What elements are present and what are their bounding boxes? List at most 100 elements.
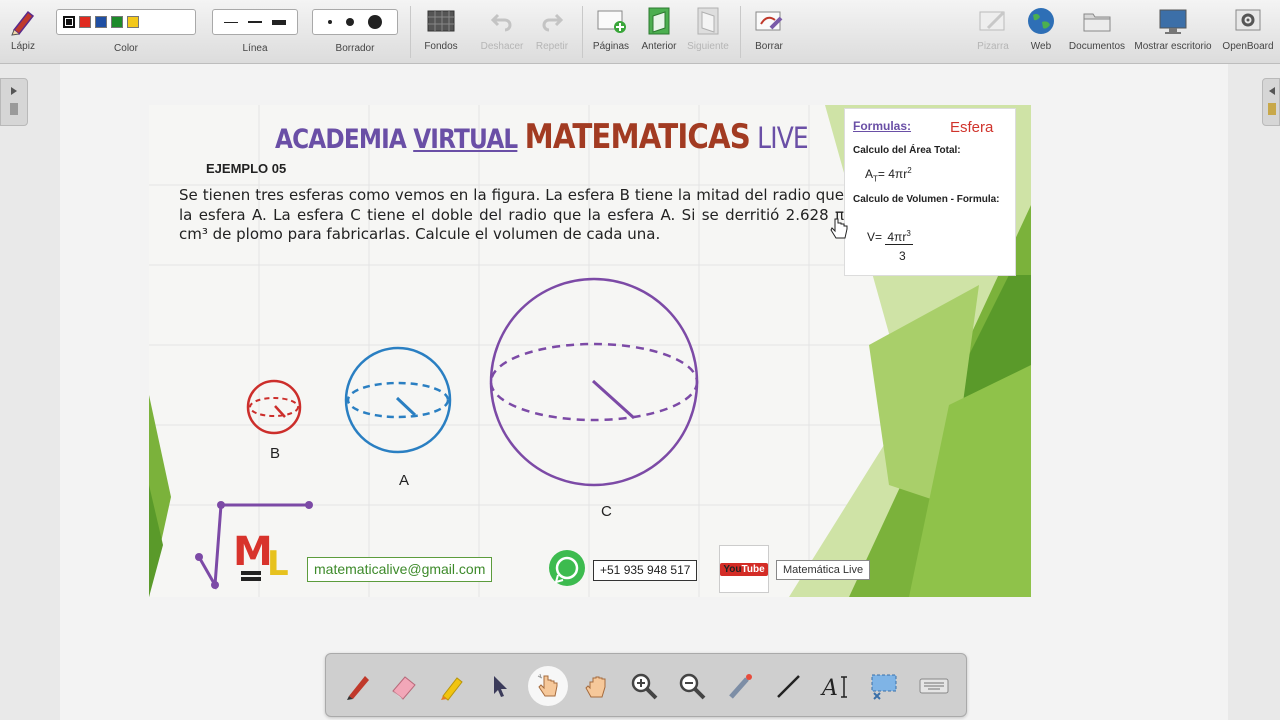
- toolbar-divider: [410, 6, 411, 58]
- sphere-c-label: C: [601, 503, 612, 520]
- color-swatch-yellow[interactable]: [127, 16, 139, 28]
- sphere-b: [246, 379, 302, 435]
- board-mode-button[interactable]: Pizarra: [972, 4, 1014, 60]
- zoom-in-dock-button[interactable]: [624, 666, 664, 706]
- undo-label: Deshacer: [480, 41, 524, 52]
- toolbar-divider: [740, 6, 741, 58]
- documents-label: Documentos: [1068, 41, 1126, 52]
- right-palette-handle[interactable]: [1262, 78, 1280, 126]
- undo-arrow-icon: [478, 4, 526, 38]
- hand-dock-button[interactable]: [576, 666, 616, 706]
- line-width-picker: Línea: [212, 4, 298, 60]
- eraser-sizes: [312, 9, 398, 35]
- color-swatch-red[interactable]: [79, 16, 91, 28]
- contact-email: matematicalive@gmail.com: [307, 557, 493, 582]
- pen-dock-button[interactable]: [338, 666, 378, 706]
- sphere-a: [344, 346, 452, 454]
- sphere-a-label: A: [399, 472, 410, 489]
- globe-icon: [1020, 4, 1062, 38]
- eraser-small-option[interactable]: [328, 20, 332, 24]
- zoom-in-icon: [631, 673, 658, 700]
- whatsapp-icon: [549, 550, 585, 586]
- folder-icon: [1068, 4, 1126, 38]
- stylus-palette: A: [325, 653, 967, 717]
- board-pen-icon: [972, 4, 1014, 38]
- eraser-label: Borrador: [335, 43, 375, 54]
- pencil-icon: [4, 4, 42, 38]
- undo-button[interactable]: Deshacer: [478, 4, 526, 60]
- hand-cursor-icon: [830, 218, 848, 239]
- zoom-out-dock-button[interactable]: [672, 666, 712, 706]
- color-swatch-blue[interactable]: [95, 16, 107, 28]
- eraser-medium-option[interactable]: [346, 18, 354, 26]
- pen-tool-label: Lápiz: [11, 41, 35, 52]
- backgrounds-button[interactable]: Fondos: [420, 4, 462, 60]
- left-palette-handle[interactable]: [0, 78, 28, 126]
- spheres-figure: M L: [195, 277, 699, 590]
- grab-hand-icon: [585, 676, 606, 698]
- keyboard-icon: [919, 678, 949, 694]
- svg-text:L: L: [267, 544, 289, 584]
- youtube-tube: Tube: [741, 563, 765, 575]
- eraser-dock-button[interactable]: [384, 666, 424, 706]
- svg-text:A: A: [820, 676, 838, 701]
- line-medium-option[interactable]: [248, 21, 262, 23]
- color-label: Color: [114, 43, 138, 54]
- pen-icon: [347, 676, 369, 700]
- channel-name: Matemática Live: [776, 560, 871, 580]
- selector-dock-button[interactable]: [480, 666, 520, 706]
- keyboard-dock-button[interactable]: [914, 666, 954, 706]
- openboard-label: OpenBoard: [1222, 41, 1274, 52]
- zoom-out-icon: [679, 673, 706, 700]
- monitor-icon: [1132, 4, 1214, 38]
- sphere-c: [489, 277, 699, 487]
- clear-page-button[interactable]: Borrar: [748, 4, 790, 60]
- web-button[interactable]: Web: [1020, 4, 1062, 60]
- contact-phone: +51 935 948 517: [593, 560, 698, 581]
- line-thin-option[interactable]: [224, 21, 238, 23]
- ml-logo: M L: [195, 501, 313, 590]
- laser-pointer-dock-button[interactable]: [720, 666, 760, 706]
- hand-pointer-icon: [537, 673, 558, 697]
- redo-label: Repetir: [535, 41, 569, 52]
- board-label: Pizarra: [977, 41, 1009, 52]
- next-page-icon: [686, 4, 730, 38]
- youtube-you: You: [723, 563, 742, 575]
- color-swatches: [56, 9, 196, 35]
- line-dock-button[interactable]: [768, 666, 808, 706]
- highlighter-icon: [441, 677, 463, 701]
- capture-dock-button[interactable]: [864, 666, 904, 706]
- web-label: Web: [1030, 41, 1052, 52]
- line-label: Línea: [242, 43, 268, 54]
- show-desktop-button[interactable]: Mostrar escritorio: [1132, 4, 1214, 60]
- color-swatch-green[interactable]: [111, 16, 123, 28]
- next-page-button[interactable]: Siguiente: [686, 4, 730, 60]
- sphere-b-label: B: [270, 445, 281, 462]
- screen-capture-icon: [871, 674, 897, 700]
- main-toolbar: Lápiz Color Línea Borrador Fondos Deshac…: [0, 0, 1280, 64]
- youtube-logo: YouTube: [719, 545, 769, 593]
- highlighter-dock-button[interactable]: [432, 666, 472, 706]
- clear-brush-icon: [748, 4, 790, 38]
- next-label: Siguiente: [687, 41, 729, 52]
- interact-dock-button[interactable]: [528, 666, 568, 706]
- pages-label: Páginas: [592, 41, 630, 52]
- documents-button[interactable]: Documentos: [1068, 4, 1126, 60]
- openboard-menu-button[interactable]: OpenBoard: [1220, 4, 1276, 60]
- pen-tool[interactable]: Lápiz: [4, 4, 42, 60]
- previous-label: Anterior: [641, 41, 677, 52]
- line-tool-icon: [777, 675, 800, 698]
- previous-page-icon: [638, 4, 680, 38]
- text-tool-icon: A: [820, 676, 847, 701]
- color-swatch-black[interactable]: [63, 16, 75, 28]
- clear-label: Borrar: [755, 41, 783, 52]
- pages-button[interactable]: Páginas: [590, 4, 632, 60]
- text-dock-button[interactable]: A: [816, 666, 856, 706]
- redo-arrow-icon: [530, 4, 574, 38]
- show-desktop-label: Mostrar escritorio: [1134, 41, 1212, 52]
- line-thick-option[interactable]: [272, 19, 286, 25]
- redo-button[interactable]: Repetir: [530, 4, 574, 60]
- previous-page-button[interactable]: Anterior: [638, 4, 680, 60]
- line-widths: [212, 9, 298, 35]
- eraser-large-option[interactable]: [368, 15, 382, 29]
